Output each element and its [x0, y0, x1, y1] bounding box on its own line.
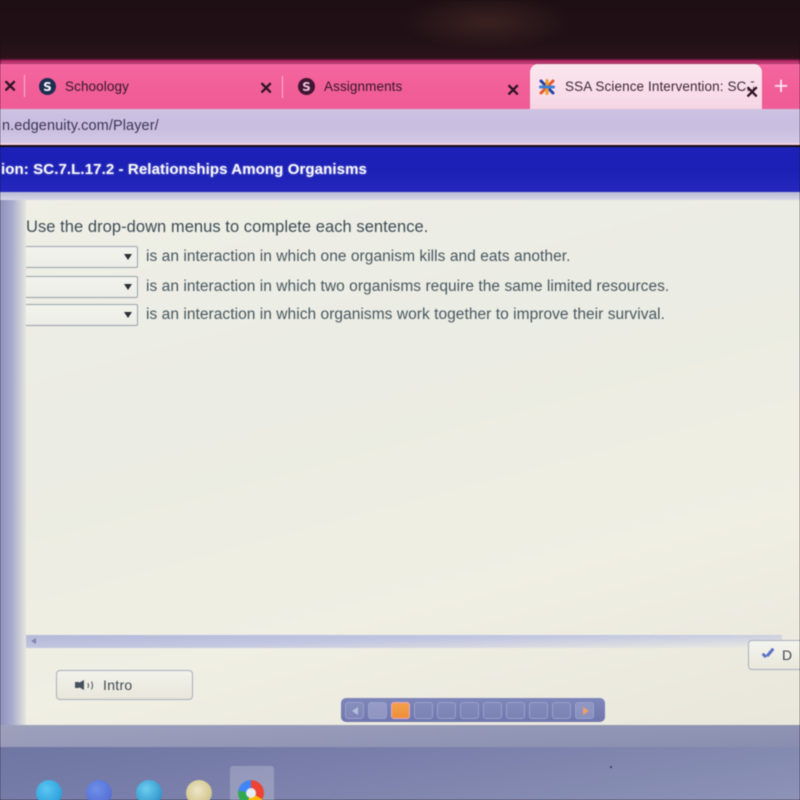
- scroll-left-icon[interactable]: [31, 638, 36, 644]
- dropdown-row-2: is an interaction in which two organisms…: [13, 276, 669, 298]
- course-header-bar: ion: SC.7.L.17.2 - Relationships Among O…: [0, 147, 800, 192]
- dropdown-select-2[interactable]: [13, 276, 138, 298]
- stage-left-shadow: [0, 200, 26, 725]
- tab-close-icon-2[interactable]: ✕: [506, 82, 520, 99]
- pagination-step-3[interactable]: [414, 701, 433, 719]
- pagination-step-9[interactable]: [552, 701, 571, 719]
- tab-ssa-science-intervention[interactable]: SSA Science Intervention: SC.7.L: [530, 64, 762, 109]
- teams-icon[interactable]: [86, 780, 112, 800]
- instruction-text: Use the drop-down menus to complete each…: [26, 218, 429, 236]
- edgenuity-star-icon: [538, 78, 556, 96]
- horizontal-scrollbar[interactable]: [26, 635, 782, 648]
- dropdown-row-3: is an interaction in which organisms wor…: [13, 304, 665, 326]
- tab-assignments[interactable]: S Assignments: [290, 64, 505, 109]
- done-button[interactable]: D: [748, 640, 800, 670]
- tab-separator: [24, 75, 25, 97]
- tab-close-icon-1[interactable]: ✕: [259, 80, 273, 97]
- chevron-down-icon: [124, 312, 132, 318]
- new-tab-button[interactable]: +: [768, 74, 794, 100]
- header-underline: [0, 192, 800, 200]
- url-text: n.edgenuity.com/Player/: [2, 118, 159, 134]
- tab-close-icon-0[interactable]: ✕: [3, 78, 17, 95]
- pagination-previous-button[interactable]: [345, 701, 364, 719]
- tab-separator: [282, 76, 283, 98]
- intro-button-label: Intro: [103, 677, 133, 693]
- lesson-pagination-bar: [341, 698, 605, 722]
- dust-speck: [610, 766, 612, 768]
- edge-icon[interactable]: [136, 780, 162, 800]
- pagination-step-1[interactable]: [368, 701, 387, 719]
- dropdown-row-1: is an interaction in which one organism …: [13, 246, 570, 268]
- chevron-down-icon: [124, 254, 132, 260]
- course-title: ion: SC.7.L.17.2 - Relationships Among O…: [1, 161, 367, 178]
- pagination-step-6[interactable]: [483, 701, 502, 719]
- pagination-step-8[interactable]: [529, 701, 548, 719]
- activity-stage: Use the drop-down menus to complete each…: [0, 200, 800, 725]
- pagination-next-button[interactable]: [575, 701, 594, 719]
- schoology-icon: S: [39, 78, 56, 95]
- tab-label-ssa: SSA Science Intervention: SC.7.L: [565, 79, 754, 94]
- tab-label-schoology: Schoology: [65, 79, 129, 94]
- tab-close-icon-active[interactable]: ✕: [745, 84, 759, 101]
- schoology-globe-icon: S: [298, 78, 315, 95]
- tab-schoology[interactable]: S Schoology: [31, 64, 259, 109]
- screen-lower-bezel: [0, 725, 800, 747]
- speaker-icon: [75, 678, 93, 692]
- intro-audio-button[interactable]: Intro: [56, 670, 193, 700]
- sentence-text-3: is an interaction in which organisms wor…: [146, 306, 666, 323]
- sentence-text-2: is an interaction in which two organisms…: [146, 278, 670, 295]
- sentence-text-1: is an interaction in which one organism …: [146, 248, 571, 265]
- laptop-screen-photo: ✕ S Schoology ✕ S Assignments ✕ SSA Scie…: [0, 0, 800, 800]
- done-button-label: D: [782, 647, 793, 663]
- triangle-left-icon: [352, 707, 358, 715]
- dropdown-select-1[interactable]: [13, 246, 138, 268]
- skype-icon[interactable]: [36, 780, 62, 800]
- chrome-icon[interactable]: [238, 780, 264, 800]
- pagination-step-2[interactable]: [391, 701, 410, 719]
- pagination-step-5[interactable]: [460, 701, 479, 719]
- tab-label-assignments: Assignments: [324, 79, 403, 94]
- browser-address-bar[interactable]: n.edgenuity.com/Player/: [0, 109, 800, 145]
- internet-explorer-icon[interactable]: [186, 780, 212, 800]
- dropdown-select-3[interactable]: [13, 304, 138, 326]
- pagination-step-7[interactable]: [506, 701, 525, 719]
- checkmark-icon: [760, 648, 775, 663]
- browser-tab-strip: ✕ S Schoology ✕ S Assignments ✕ SSA Scie…: [0, 64, 800, 109]
- screen-bezel-top: [0, 0, 800, 64]
- pagination-step-4[interactable]: [437, 701, 456, 719]
- chevron-down-icon: [124, 284, 132, 290]
- triangle-right-icon: [583, 707, 589, 715]
